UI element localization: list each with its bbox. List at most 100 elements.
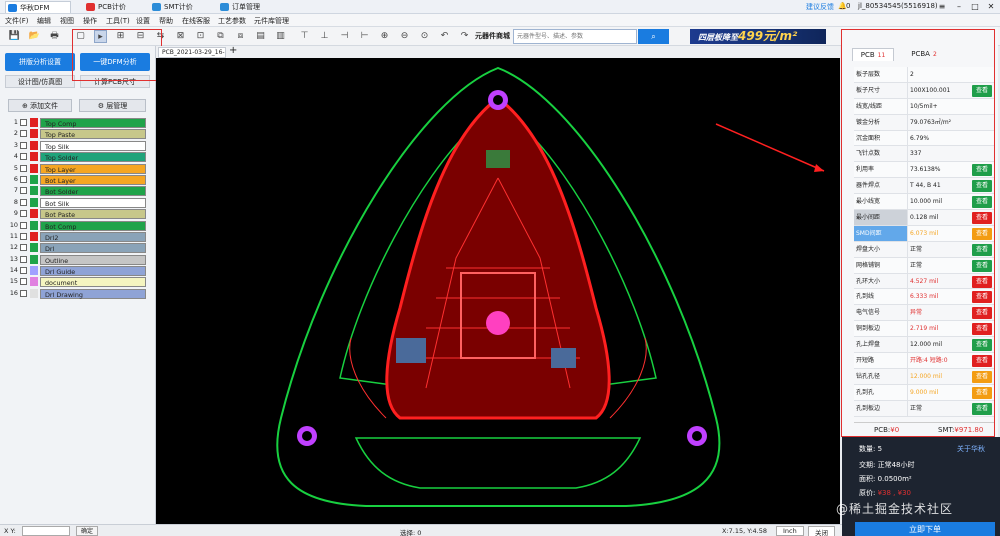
- layer-visibility-checkbox[interactable]: [20, 130, 27, 138]
- layer-visibility-checkbox[interactable]: [20, 175, 27, 183]
- view-button[interactable]: 查看: [972, 259, 992, 272]
- layer-management-button[interactable]: ⚙ 层管理: [79, 99, 146, 112]
- view-button[interactable]: 查看: [972, 386, 992, 399]
- pcb-canvas[interactable]: [156, 58, 840, 524]
- menu-tools[interactable]: 工具(T): [106, 16, 130, 26]
- align-bottom-icon[interactable]: ⊥: [318, 30, 331, 43]
- layer-row[interactable]: 6 Bot Layer: [8, 174, 148, 185]
- layer-color-swatch[interactable]: [30, 288, 38, 298]
- menu-component-library[interactable]: 元件库管理: [254, 16, 289, 26]
- align-top-icon[interactable]: ⊤: [298, 30, 311, 43]
- layer-row[interactable]: 10 Bot Comp: [8, 220, 148, 231]
- layer-visibility-checkbox[interactable]: [20, 267, 27, 275]
- layer-name[interactable]: Top Silk: [40, 140, 146, 151]
- view-button[interactable]: 查看: [972, 339, 992, 352]
- layer-name[interactable]: Bot Layer: [40, 174, 146, 185]
- component-search-input[interactable]: [513, 29, 637, 44]
- menu-icon[interactable]: ≡: [934, 0, 950, 13]
- view-button[interactable]: 查看: [972, 196, 992, 209]
- confirm-button[interactable]: 确定: [76, 526, 98, 536]
- close-icon[interactable]: ✕: [983, 0, 999, 13]
- tab-order-management[interactable]: 订单管理: [218, 1, 288, 13]
- layer-color-swatch[interactable]: [30, 152, 38, 162]
- layer-color-swatch[interactable]: [30, 209, 38, 219]
- layer-row[interactable]: 14 Drl Guide: [8, 265, 148, 277]
- layer-name[interactable]: Bot Silk: [40, 197, 146, 208]
- design-simulation-button[interactable]: 设计图/仿真图: [5, 75, 75, 88]
- tab-pcb-pricing[interactable]: PCB计价: [84, 1, 144, 13]
- view-button[interactable]: 查看: [972, 307, 992, 320]
- layer-name[interactable]: document: [40, 277, 146, 288]
- menu-online-service[interactable]: 在线客服: [182, 16, 210, 26]
- layer-color-swatch[interactable]: [30, 129, 38, 139]
- layer-row[interactable]: 15 document: [8, 276, 148, 288]
- layer-color-swatch[interactable]: [30, 197, 38, 207]
- layer-row[interactable]: 2 Top Paste: [8, 128, 148, 140]
- layer-name[interactable]: Top Layer: [40, 163, 146, 174]
- panel-analysis-settings-button[interactable]: 拼版分析设置: [5, 53, 75, 71]
- layer-row[interactable]: 13 Outline: [8, 254, 148, 265]
- minimize-icon[interactable]: –: [951, 0, 967, 13]
- layer-visibility-checkbox[interactable]: [20, 164, 27, 172]
- menu-help[interactable]: 帮助: [159, 16, 173, 26]
- layer-visibility-checkbox[interactable]: [20, 210, 27, 218]
- coordinate-input[interactable]: [22, 526, 70, 536]
- view-button[interactable]: 查看: [972, 164, 992, 177]
- view-button[interactable]: 查看: [972, 355, 992, 368]
- layer-name[interactable]: Top Comp: [40, 118, 146, 128]
- unit-select[interactable]: Inch: [776, 526, 804, 536]
- layer-color-swatch[interactable]: [30, 254, 38, 264]
- view-button[interactable]: 查看: [972, 84, 992, 97]
- align-left-icon[interactable]: ⊣: [338, 30, 351, 43]
- layer-name[interactable]: Outline: [40, 254, 146, 265]
- layer-name[interactable]: Drl Guide: [40, 266, 146, 277]
- view-button[interactable]: 查看: [972, 243, 992, 256]
- view-button[interactable]: 查看: [972, 212, 992, 225]
- save-icon[interactable]: 💾: [8, 30, 21, 43]
- zoom-out-icon[interactable]: ⊖: [398, 30, 411, 43]
- layer-name[interactable]: Drl2: [40, 231, 146, 242]
- layer-row[interactable]: 4 Top Solder: [8, 151, 148, 163]
- layer-name[interactable]: Bot Comp: [40, 220, 146, 231]
- layer-row[interactable]: 5 Top Layer: [8, 163, 148, 174]
- close-select[interactable]: 关闭: [808, 526, 835, 536]
- menu-process-params[interactable]: 工艺参数: [218, 16, 246, 26]
- layer-visibility-checkbox[interactable]: [20, 141, 27, 149]
- layer-visibility-checkbox[interactable]: [20, 221, 27, 229]
- layer-color-swatch[interactable]: [30, 186, 38, 196]
- add-tab-icon[interactable]: +: [229, 45, 237, 56]
- layer-color-swatch[interactable]: [30, 266, 38, 276]
- menu-settings[interactable]: 设置: [136, 16, 150, 26]
- menu-file[interactable]: 文件(F): [5, 16, 29, 26]
- layer-name[interactable]: Bot Paste: [40, 209, 146, 220]
- layer-row[interactable]: 9 Bot Paste: [8, 208, 148, 220]
- menu-operation[interactable]: 操作: [83, 16, 97, 26]
- panel-icon[interactable]: ▤: [254, 30, 267, 43]
- layer-row[interactable]: 3 Top Silk: [8, 140, 148, 151]
- promo-banner[interactable]: 四层板降至499元/m²: [690, 29, 826, 44]
- layer-color-swatch[interactable]: [30, 231, 38, 241]
- view-button[interactable]: 查看: [972, 402, 992, 415]
- layer-color-swatch[interactable]: [30, 163, 38, 173]
- layer-visibility-checkbox[interactable]: [20, 255, 27, 263]
- about-link[interactable]: 关于华秋: [957, 444, 985, 454]
- layer-visibility-checkbox[interactable]: [20, 198, 27, 206]
- layer-color-swatch[interactable]: [30, 277, 38, 287]
- view-button[interactable]: 查看: [972, 227, 992, 240]
- zoom-in-icon[interactable]: ⊕: [378, 30, 391, 43]
- redo-icon[interactable]: ↷: [458, 30, 471, 43]
- frame-icon[interactable]: ▥: [274, 30, 287, 43]
- layer-visibility-checkbox[interactable]: [20, 153, 27, 161]
- layer-color-swatch[interactable]: [30, 140, 38, 150]
- layer-visibility-checkbox[interactable]: [20, 232, 27, 240]
- layer-name[interactable]: Top Solder: [40, 152, 146, 163]
- maximize-icon[interactable]: □: [967, 0, 983, 13]
- layer-visibility-checkbox[interactable]: [20, 244, 27, 252]
- copy-icon[interactable]: ⧉: [214, 30, 227, 43]
- add-file-button[interactable]: ⊕ 添加文件: [8, 99, 72, 112]
- tab-smt-pricing[interactable]: SMT计价: [150, 1, 210, 13]
- layer-name[interactable]: Drl: [40, 243, 146, 254]
- user-account[interactable]: jl_80534545(5516918): [858, 2, 938, 10]
- open-folder-icon[interactable]: 📂: [28, 30, 41, 43]
- layer-row[interactable]: 11 Drl2: [8, 231, 148, 242]
